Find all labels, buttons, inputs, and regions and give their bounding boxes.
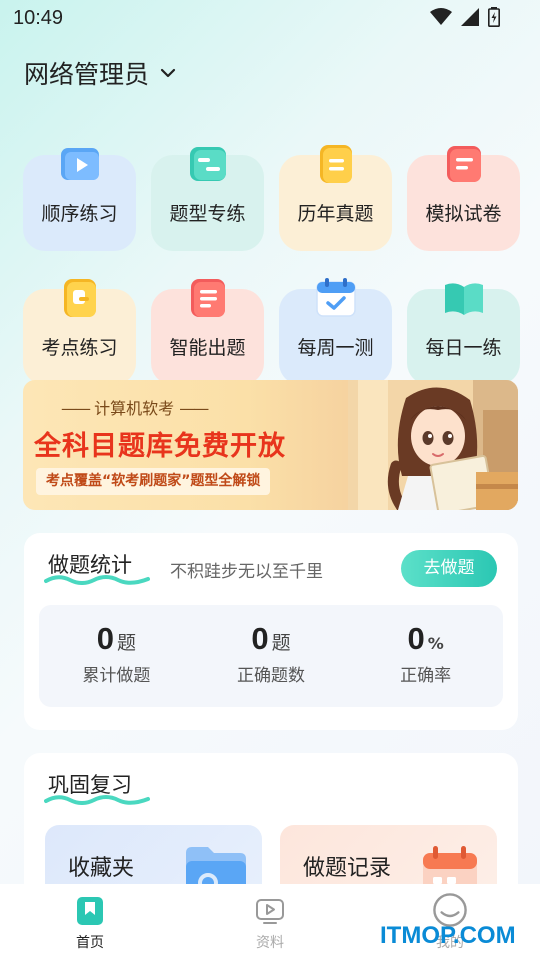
signal-icon <box>461 8 479 26</box>
stat-caption: 正确率 <box>400 666 452 686</box>
stat-value: 0 <box>251 621 269 656</box>
stat-correct: 0题 正确题数 <box>194 605 349 707</box>
stat-total: 0题 累计做题 <box>39 605 194 707</box>
grid-item-weekly-test[interactable]: 每周一测 <box>279 278 392 385</box>
open-book-icon <box>444 283 483 315</box>
stats-title: 做题统计 <box>44 549 150 585</box>
grid-item-label: 题型专练 <box>169 203 246 225</box>
grid-item-type-practice[interactable]: 题型专练 <box>151 147 264 251</box>
stat-caption: 正确题数 <box>237 666 305 686</box>
go-practice-button[interactable]: 去做题 <box>401 550 497 587</box>
tab-materials[interactable]: 资料 <box>180 884 360 960</box>
grid-item-label: 历年真题 <box>297 203 374 225</box>
grid-item-label: 智能出题 <box>169 337 246 359</box>
stat-accuracy: 0% 正确率 <box>348 605 503 707</box>
promo-banner[interactable]: —— 计算机软考 —— 全科目题库免费开放 考点覆盖“软考刷题家”题型全解锁 <box>23 380 518 510</box>
grid-item-label: 模拟试卷 <box>425 203 502 225</box>
grid-item-label: 每周一测 <box>297 337 374 359</box>
grid-item-label: 每日一练 <box>425 337 502 359</box>
records-label: 做题记录 <box>303 856 392 881</box>
stats-motto: 不积跬步无以至千里 <box>170 562 323 582</box>
tab-home[interactable]: 首页 <box>0 884 180 960</box>
student-illustration <box>348 380 518 510</box>
stat-value: 0 <box>407 621 425 656</box>
bookmark-home-icon <box>77 897 103 925</box>
feature-grid: 顺序练习 题型专练 历年真题 模拟试卷 考点练习 智能出题 每周一测 每日一练 <box>23 141 520 409</box>
calendar-check-icon <box>315 278 356 317</box>
favorites-label: 收藏夹 <box>68 856 135 881</box>
subject-selector[interactable]: 网络管理员 <box>24 55 177 91</box>
grid-item-daily-practice[interactable]: 每日一练 <box>407 283 520 385</box>
status-time: 10:49 <box>13 7 64 29</box>
banner-subtitle: —— 计算机软考 —— <box>61 399 209 418</box>
video-screen-icon <box>256 899 284 924</box>
stat-unit: % <box>427 634 444 653</box>
underline-decoration <box>44 575 150 585</box>
stats-summary: 0题 累计做题 0题 正确题数 0% 正确率 <box>39 605 503 707</box>
status-bar: 10:49 <box>0 0 540 36</box>
stats-card: 做题统计 不积跬步无以至千里 去做题 0题 累计做题 0题 正确题数 0% 正确… <box>24 533 518 730</box>
smart-list-icon <box>190 279 225 317</box>
video-play-icon <box>60 148 99 180</box>
tab-label: 首页 <box>76 935 104 951</box>
stat-caption: 累计做题 <box>82 666 151 686</box>
chevron-down-icon <box>160 68 176 78</box>
grid-item-smart-questions[interactable]: 智能出题 <box>151 279 264 385</box>
banner-tag: 考点覆盖“软考刷题家”题型全解锁 <box>36 468 271 495</box>
underline-decoration <box>44 795 150 805</box>
document-icon <box>319 145 352 183</box>
grid-item-mock-exam[interactable]: 模拟试卷 <box>407 146 520 251</box>
grid-item-sequential[interactable]: 顺序练习 <box>23 148 136 251</box>
stat-value: 0 <box>96 621 114 656</box>
grid-item-keypoint-practice[interactable]: 考点练习 <box>23 279 136 385</box>
stat-unit: 题 <box>116 632 136 654</box>
stat-unit: 题 <box>271 632 291 654</box>
banner-title: 全科目题库免费开放 <box>34 431 286 462</box>
review-title: 巩固复习 <box>44 769 150 805</box>
grid-item-past-exams[interactable]: 历年真题 <box>279 145 392 251</box>
wifi-icon <box>430 8 452 25</box>
toggle-card-icon <box>189 147 226 181</box>
site-watermark: ITMOP.COM <box>380 922 516 949</box>
grid-item-label: 顺序练习 <box>41 203 118 225</box>
battery-icon <box>488 7 500 27</box>
notebook-icon <box>63 279 96 317</box>
status-icons <box>430 7 500 27</box>
subject-title: 网络管理员 <box>24 60 150 89</box>
tab-label: 资料 <box>256 935 284 951</box>
exam-paper-icon <box>446 146 481 182</box>
grid-item-label: 考点练习 <box>41 337 118 359</box>
